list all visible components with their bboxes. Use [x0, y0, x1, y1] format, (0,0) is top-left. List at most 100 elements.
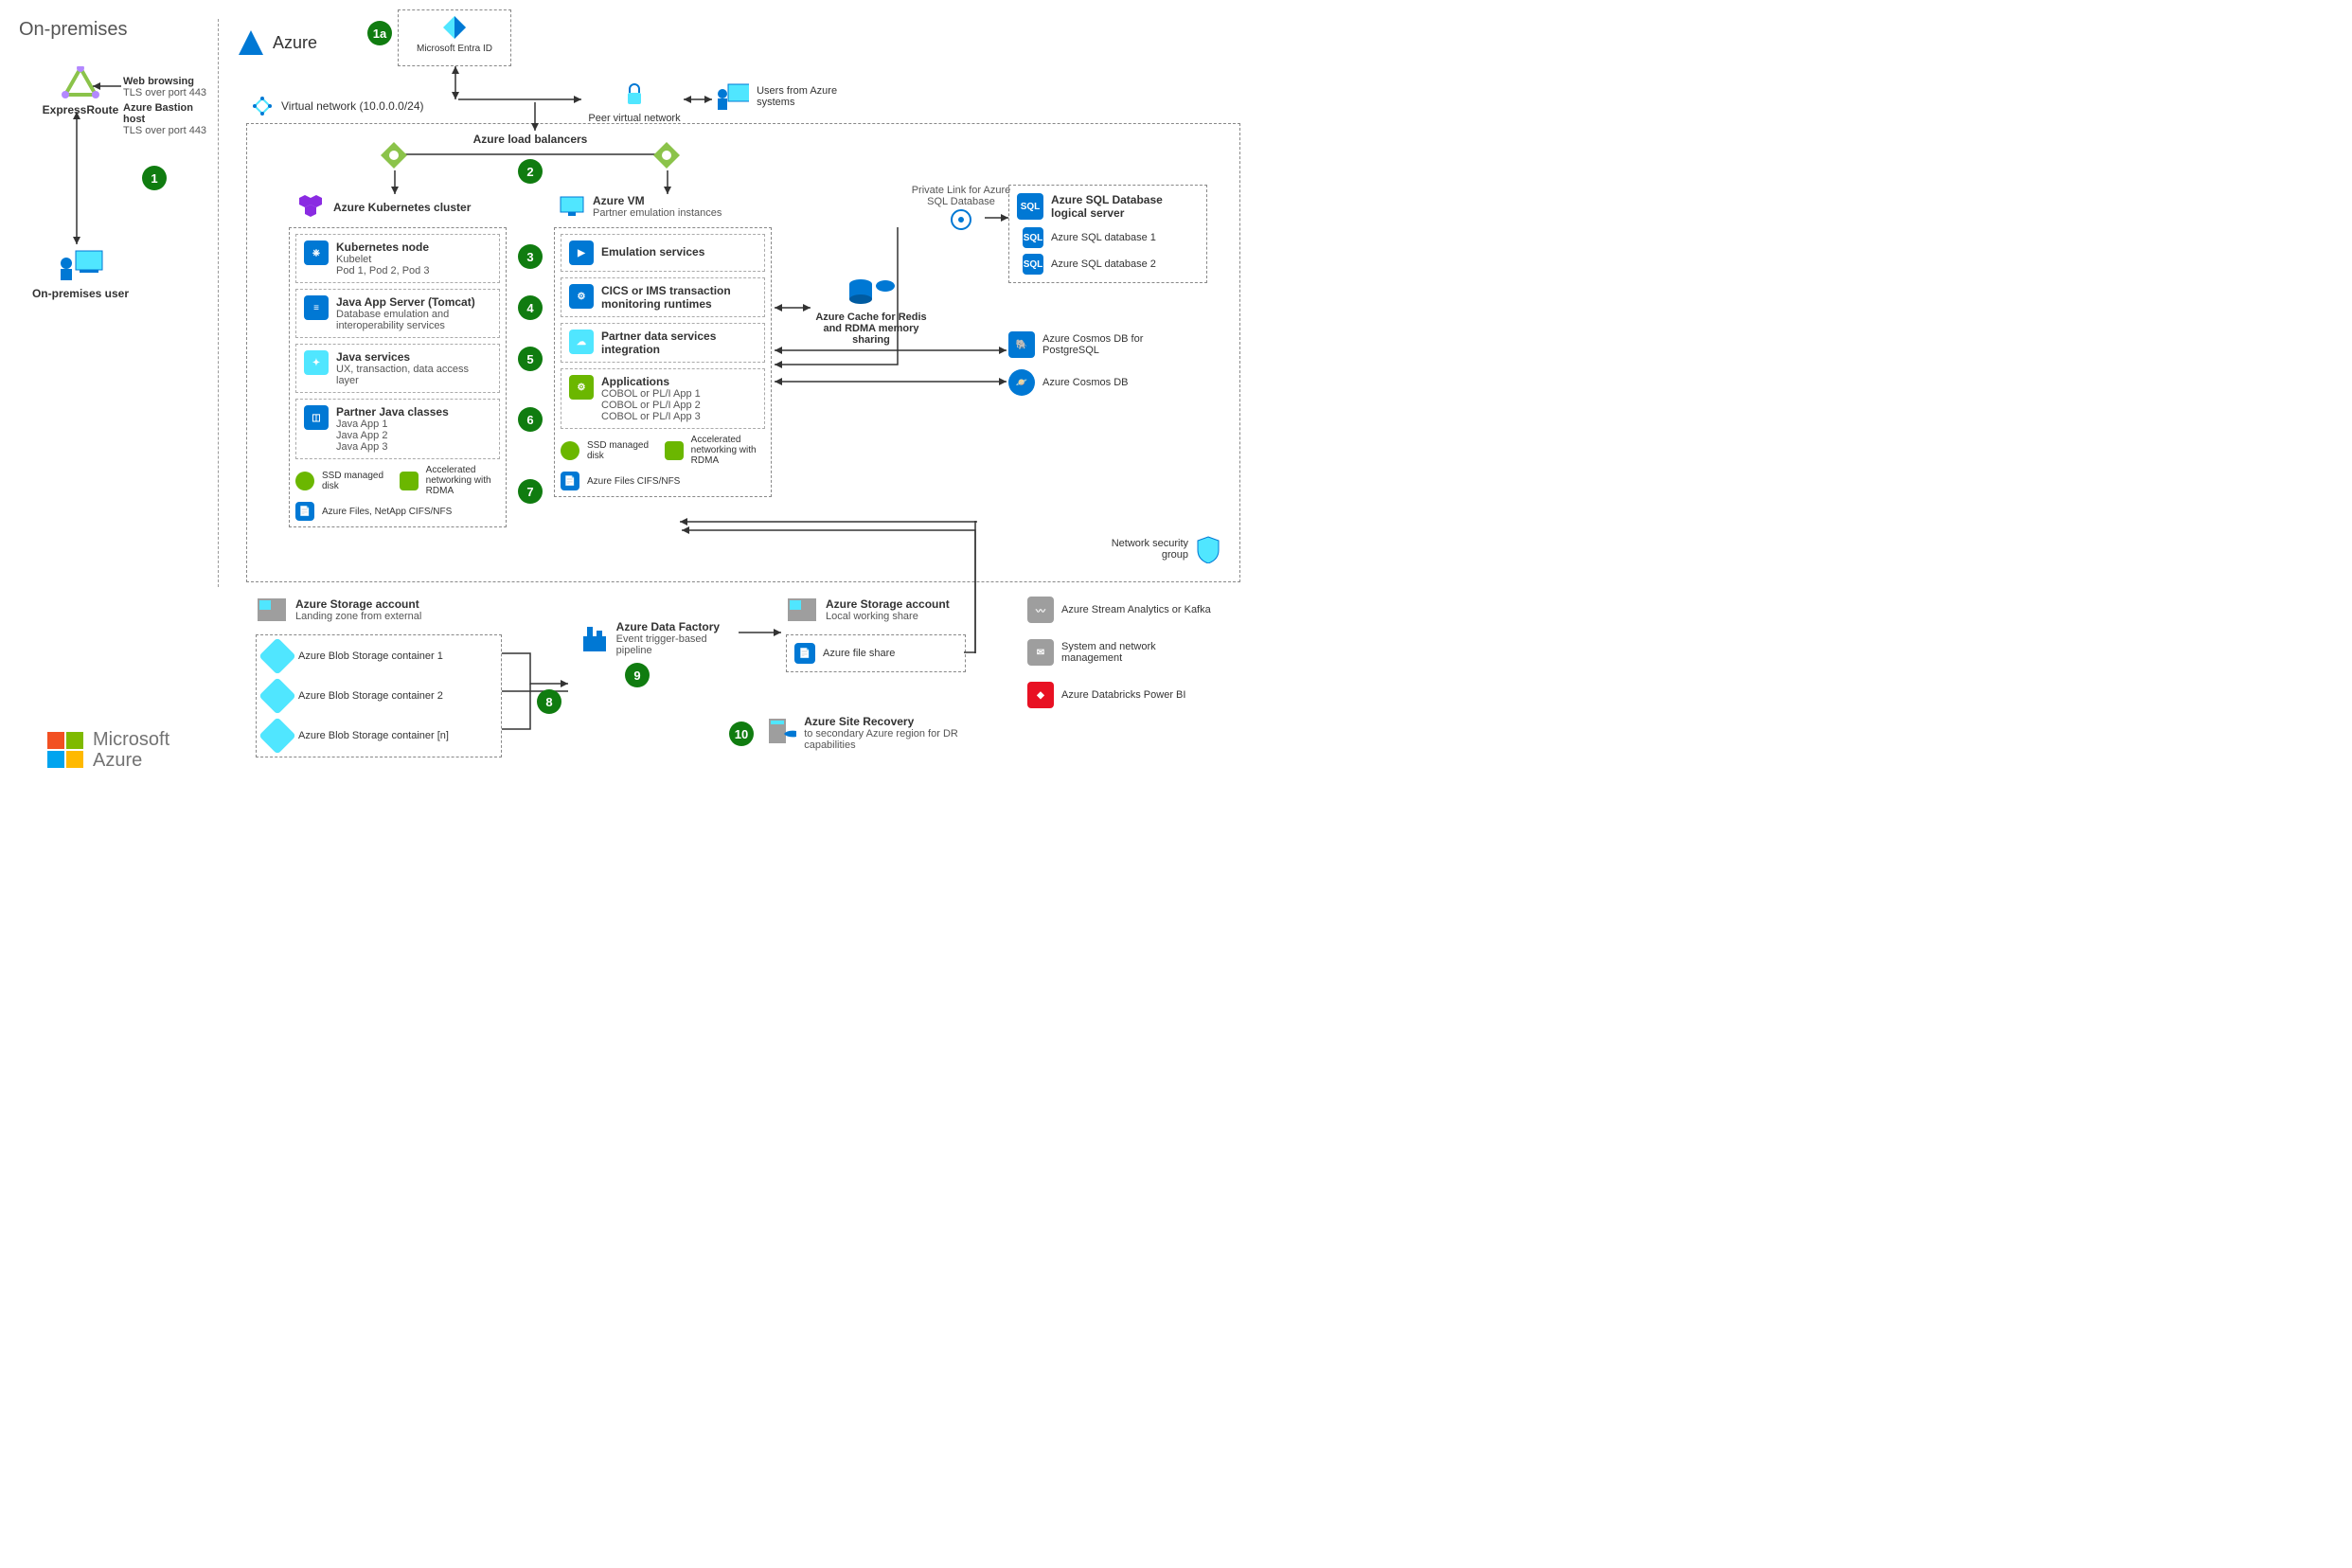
aks-title: Azure Kubernetes cluster	[333, 201, 471, 214]
java-server-sub: Database emulation and interoperability …	[336, 309, 491, 331]
lb-icon-right	[651, 140, 682, 170]
storage1-subtitle: Landing zone from external	[295, 611, 421, 622]
vnet-label: Virtual network (10.0.0.0/24)	[281, 99, 424, 113]
storage1-title: Azure Storage account	[295, 597, 421, 611]
arrow-adf-storage2	[739, 628, 781, 637]
java-svc-title: Java services	[336, 350, 491, 364]
step-3: 3	[518, 244, 543, 269]
asr-title: Azure Site Recovery	[804, 715, 985, 728]
storage2-icon	[786, 597, 818, 623]
apps-icon: ⚙	[569, 375, 594, 400]
blobn-icon	[258, 717, 296, 755]
tls2-label: TLS over port 443	[123, 125, 218, 136]
step-1: 1	[142, 166, 167, 190]
arrow-pl-sql	[985, 213, 1008, 223]
cosmos-pg-label: Azure Cosmos DB for PostgreSQL	[1042, 333, 1198, 356]
onprem-user-label: On-premises user	[28, 287, 133, 300]
sql-box: SQL Azure SQL Database logical server SQ…	[1008, 185, 1207, 283]
arrow-storage2-vert	[973, 521, 977, 653]
sysmgmt-icon: ✉	[1027, 639, 1054, 666]
lb-icon-left	[379, 140, 409, 170]
storage1-box: Azure Blob Storage container 1 Azure Blo…	[256, 634, 502, 757]
vm-ssd: SSD managed disk	[587, 440, 659, 461]
cics-icon: ⚙	[569, 284, 594, 309]
partner-sub2: Java App 2	[336, 430, 449, 441]
vm-accel-icon	[665, 441, 684, 460]
asr-subtitle: to secondary Azure region for DR capabil…	[804, 728, 985, 751]
blob1-icon	[258, 637, 296, 675]
fileshare-icon: 📄	[794, 643, 815, 664]
vm-accel: Accelerated networking with RDMA	[691, 435, 763, 466]
cosmos-label: Azure Cosmos DB	[1042, 377, 1128, 388]
apps-title: Applications	[601, 375, 701, 388]
lb-line	[402, 150, 658, 159]
partner-data-title: Partner data services integration	[601, 330, 757, 356]
step-10: 10	[729, 722, 754, 746]
vm-icon	[559, 195, 585, 218]
arrow-vm-cache	[775, 303, 811, 312]
adf-icon	[579, 623, 609, 653]
aks-accel: Accelerated networking with RDMA	[426, 465, 498, 496]
accel-net-icon	[400, 472, 419, 490]
partner-data-icon: ☁	[569, 330, 594, 354]
arrow-er-user	[72, 112, 81, 244]
blob1-label: Azure Blob Storage container 1	[298, 650, 443, 662]
step-2: 2	[518, 159, 543, 184]
java-server-icon: ≡	[304, 295, 329, 320]
onprem-title: On-premises	[19, 19, 127, 41]
step-5: 5	[518, 347, 543, 371]
java-server-title: Java App Server (Tomcat)	[336, 295, 491, 309]
partner-java-icon: ◫	[304, 405, 329, 430]
tls1-label: TLS over port 443	[123, 87, 218, 98]
step-7: 7	[518, 479, 543, 504]
adf-title: Azure Data Factory	[616, 620, 740, 633]
node-title: Kubernetes node	[336, 241, 429, 254]
ssd-icon	[295, 472, 314, 490]
vm-title: Azure VM	[593, 194, 722, 207]
cics-title: CICS or IMS transaction monitoring runti…	[601, 284, 757, 311]
sql-server-icon: SQL	[1017, 193, 1043, 220]
cosmos-icon: 🪐	[1008, 369, 1035, 396]
sql-db2-icon: SQL	[1023, 254, 1043, 275]
storage1-icon	[256, 597, 288, 623]
emu-title: Emulation services	[601, 241, 704, 258]
sql-db2-label: Azure SQL database 2	[1051, 258, 1156, 270]
aks-box: ⎈ Kubernetes node Kubelet Pod 1, Pod 2, …	[289, 227, 507, 527]
step-4: 4	[518, 295, 543, 320]
step-8: 8	[537, 689, 561, 714]
arrow-lb-aks	[390, 170, 400, 194]
vm-box: ▶ Emulation services ⚙ CICS or IMS trans…	[554, 227, 772, 497]
arrow-data-cosmos-pg	[775, 346, 1007, 355]
azure-label: Azure	[273, 33, 317, 53]
apps2: COBOL or PL/I App 2	[601, 400, 701, 411]
node-sub2: Pod 1, Pod 2, Pod 3	[336, 265, 429, 276]
onprem-divider	[218, 19, 219, 587]
partner-sub1: Java App 1	[336, 419, 449, 430]
apps1: COBOL or PL/I App 1	[601, 388, 701, 400]
aks-ssd: SSD managed disk	[322, 471, 394, 491]
private-link-icon	[949, 207, 973, 232]
java-server-card: ≡ Java App Server (Tomcat) Database emul…	[295, 289, 500, 338]
sql-db1-label: Azure SQL database 1	[1051, 232, 1156, 243]
storage2-title: Azure Storage account	[826, 597, 950, 611]
entra-icon	[441, 14, 468, 41]
nsg-icon	[1196, 535, 1221, 563]
apps-card: ⚙ Applications COBOL or PL/I App 1 COBOL…	[561, 368, 765, 429]
java-svc-card: ✦ Java services UX, transaction, data ac…	[295, 344, 500, 393]
java-svc-icon: ✦	[304, 350, 329, 375]
step-6: 6	[518, 407, 543, 432]
blob2-label: Azure Blob Storage container 2	[298, 690, 443, 702]
cics-card: ⚙ CICS or IMS transaction monitoring run…	[561, 277, 765, 317]
arrow-vnet-lb	[530, 102, 540, 131]
vm-files-icon: 📄	[561, 472, 579, 490]
node-sub1: Kubelet	[336, 254, 429, 265]
storage2-subtitle: Local working share	[826, 611, 950, 622]
partner-sub3: Java App 3	[336, 441, 449, 453]
peer-vnet-icon	[620, 83, 649, 110]
arrow-vnet-peer	[458, 95, 581, 104]
vm-subtitle: Partner emulation instances	[593, 207, 722, 219]
lb-label: Azure load balancers	[379, 133, 682, 146]
asr-icon	[767, 717, 796, 749]
emulation-icon: ▶	[569, 241, 594, 265]
entra-label: Microsoft Entra ID	[399, 44, 510, 54]
